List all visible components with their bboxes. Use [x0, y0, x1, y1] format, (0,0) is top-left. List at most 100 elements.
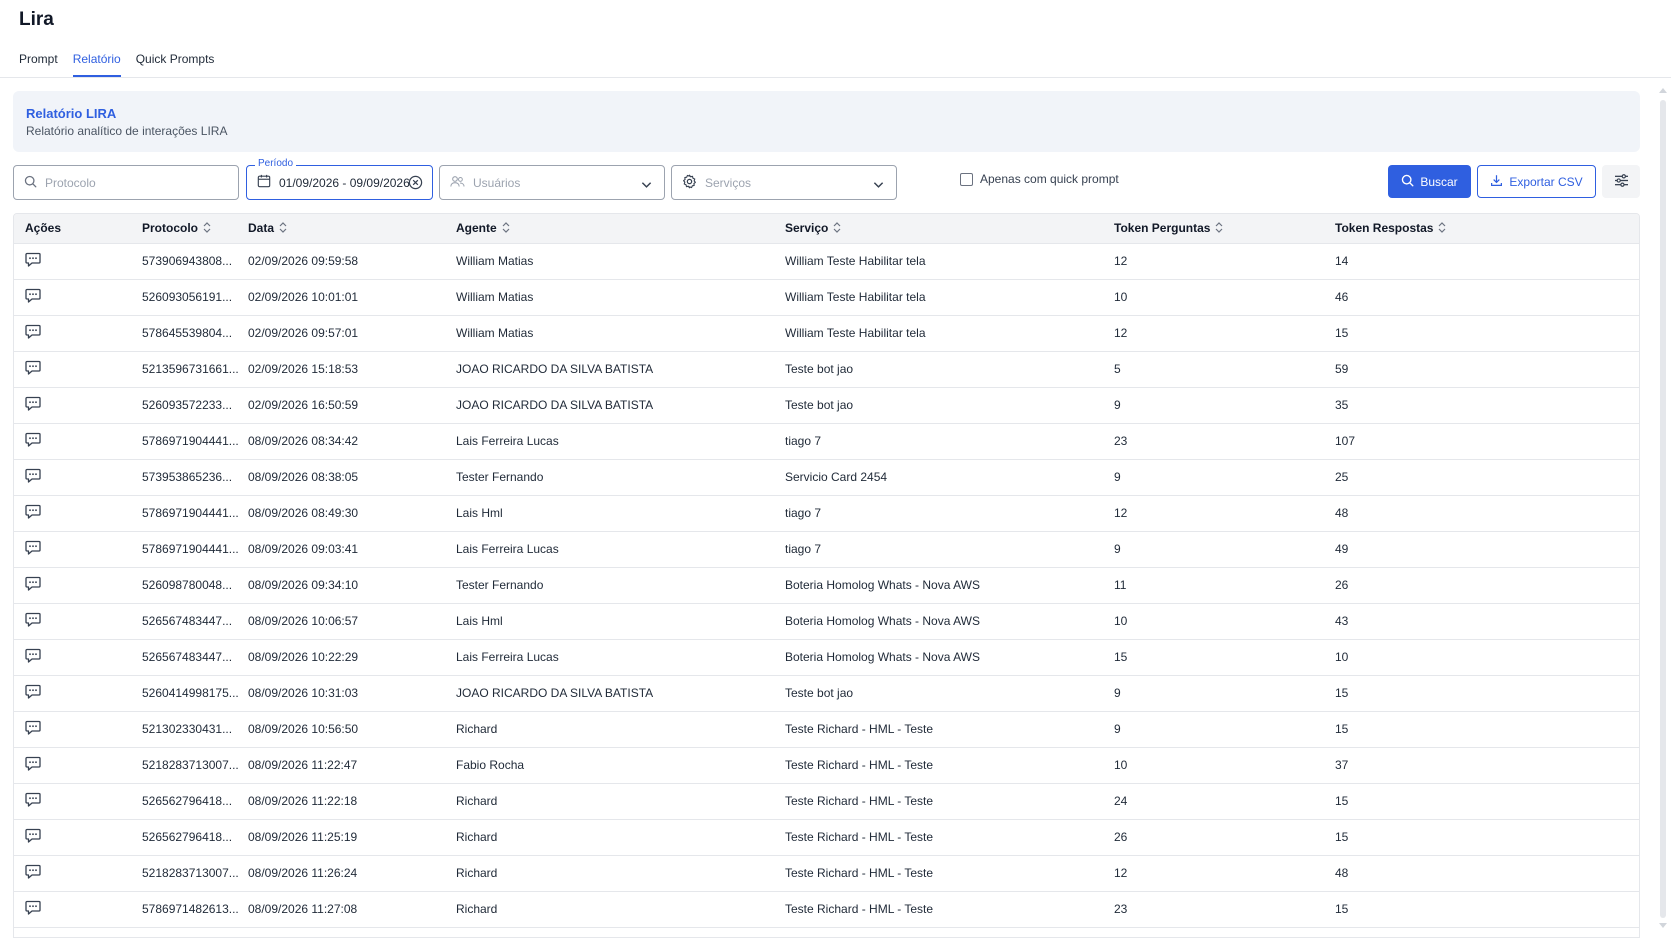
chat-icon[interactable]	[25, 576, 41, 591]
cell-agente: Lais Hml	[445, 603, 774, 640]
servicos-select[interactable]: Serviços	[671, 165, 897, 200]
cell-data: 08/09/2026 10:31:03	[248, 675, 445, 712]
chat-icon[interactable]	[25, 252, 41, 267]
chat-icon[interactable]	[25, 792, 41, 807]
column-settings-button[interactable]	[1602, 165, 1640, 198]
cell-protocolo: 521302330431...	[131, 711, 248, 748]
sort-icon[interactable]	[502, 221, 510, 236]
scroll-down-arrow[interactable]	[1659, 923, 1667, 928]
chat-icon[interactable]	[25, 864, 41, 879]
sort-icon[interactable]	[833, 221, 841, 236]
col-header-data[interactable]: Data	[248, 214, 445, 244]
cell-data: 08/09/2026 08:38:05	[248, 459, 445, 496]
chat-icon[interactable]	[25, 828, 41, 843]
chat-icon[interactable]	[25, 612, 41, 627]
cell-token-respostas: 10	[1324, 639, 1639, 676]
chat-icon[interactable]	[25, 504, 41, 519]
tabs-divider	[0, 77, 1671, 78]
cell-protocolo: 5786971904441...	[131, 531, 248, 568]
cell-servico: William Teste Habilitar tela	[774, 315, 1103, 352]
exportar-csv-button[interactable]: Exportar CSV	[1477, 165, 1596, 198]
chat-icon[interactable]	[25, 540, 41, 555]
sort-icon[interactable]	[203, 221, 211, 236]
cell-protocolo: 573906943808...	[131, 243, 248, 280]
protocolo-input[interactable]: Protocolo	[13, 165, 239, 200]
chat-icon[interactable]	[25, 684, 41, 699]
cell-token-respostas: 15	[1324, 675, 1639, 712]
periodo-field[interactable]: Período 01/09/2026 - 09/09/2026	[246, 158, 433, 200]
cell-acoes	[14, 351, 131, 388]
cell-servico: tiago 7	[774, 495, 1103, 532]
cell-data: 08/09/2026 11:22:47	[248, 747, 445, 784]
cell-token-perguntas: 10	[1103, 279, 1324, 316]
cell-token-perguntas: 11	[1103, 567, 1324, 604]
cell-acoes	[14, 603, 131, 640]
col-header-protocolo[interactable]: Protocolo	[131, 214, 248, 244]
table-row: 5786971904441... 08/09/2026 09:03:41 Lais …	[14, 531, 1639, 568]
chat-icon[interactable]	[25, 720, 41, 735]
table-row: 526567483447... 08/09/2026 10:22:29 Lais F…	[14, 639, 1639, 676]
chat-icon[interactable]	[25, 396, 41, 411]
sort-icon[interactable]	[1215, 221, 1223, 236]
scroll-up-arrow[interactable]	[1659, 88, 1667, 93]
cell-agente: William Matias	[445, 279, 774, 316]
quick-prompt-filter[interactable]: Apenas com quick prompt	[960, 172, 1119, 186]
chat-icon[interactable]	[25, 432, 41, 447]
cell-acoes	[14, 855, 131, 892]
cell-acoes	[14, 423, 131, 460]
cell-agente: William Matias	[445, 315, 774, 352]
chat-icon[interactable]	[25, 468, 41, 483]
clear-icon[interactable]	[408, 175, 423, 193]
cell-servico: Teste Richard - HML - Teste	[774, 891, 1103, 928]
cell-token-perguntas: 9	[1103, 459, 1324, 496]
search-icon	[1401, 174, 1414, 190]
cell-token-perguntas: 23	[1103, 891, 1324, 928]
sort-icon[interactable]	[279, 221, 287, 236]
tab-prompt[interactable]: Prompt	[19, 48, 58, 77]
buscar-button[interactable]: Buscar	[1388, 165, 1471, 198]
chevron-down-icon	[873, 178, 884, 192]
usuarios-select[interactable]: Usuários	[439, 165, 665, 200]
cell-token-respostas: 25	[1324, 459, 1639, 496]
page-scrollbar[interactable]	[1659, 88, 1667, 928]
cell-acoes	[14, 891, 131, 928]
cell-token-perguntas: 9	[1103, 531, 1324, 568]
chat-icon[interactable]	[25, 288, 41, 303]
cell-token-perguntas: 10	[1103, 603, 1324, 640]
cell-protocolo: 526093572233...	[131, 387, 248, 424]
cell-token-respostas: 48	[1324, 495, 1639, 532]
chat-icon[interactable]	[25, 756, 41, 771]
search-icon	[24, 175, 37, 191]
cell-token-respostas: 15	[1324, 711, 1639, 748]
report-table: Ações Protocolo Data Agente Serviço Toke…	[13, 213, 1640, 938]
cell-protocolo: 5786971904441...	[131, 495, 248, 532]
scrollbar-thumb[interactable]	[1660, 100, 1666, 918]
cell-data: 08/09/2026 11:25:19	[248, 819, 445, 856]
cell-token-respostas: 15	[1324, 819, 1639, 856]
table-row: 5218283713007... 08/09/2026 11:26:24 Richa…	[14, 855, 1639, 892]
protocolo-placeholder: Protocolo	[45, 175, 96, 190]
cell-servico: Teste bot jao	[774, 351, 1103, 388]
sort-icon[interactable]	[1438, 221, 1446, 236]
filter-bar: Protocolo Período 01/09/2026 - 09/09/202…	[13, 158, 1640, 200]
cell-token-respostas: 107	[1324, 423, 1639, 460]
chat-icon[interactable]	[25, 900, 41, 915]
tab-quick-prompts[interactable]: Quick Prompts	[136, 48, 215, 77]
chat-icon[interactable]	[25, 360, 41, 375]
table-row: 526093056191... 02/09/2026 10:01:01 Willia…	[14, 279, 1639, 316]
cell-acoes	[14, 459, 131, 496]
cell-protocolo: 526567483447...	[131, 603, 248, 640]
quick-prompt-checkbox[interactable]	[960, 172, 973, 186]
col-header-token-perguntas[interactable]: Token Perguntas	[1103, 214, 1324, 244]
col-header-token-respostas[interactable]: Token Respostas	[1324, 214, 1639, 244]
chat-icon[interactable]	[25, 648, 41, 663]
banner-subtitle: Relatório analítico de interações LIRA	[26, 124, 228, 138]
cell-protocolo: 578645539804...	[131, 315, 248, 352]
cell-servico: Teste Richard - HML - Teste	[774, 747, 1103, 784]
periodo-value: 01/09/2026 - 09/09/2026	[279, 175, 410, 190]
cell-servico: tiago 7	[774, 423, 1103, 460]
col-header-servico[interactable]: Serviço	[774, 214, 1103, 244]
col-header-agente[interactable]: Agente	[445, 214, 774, 244]
chat-icon[interactable]	[25, 324, 41, 339]
tab-relatorio[interactable]: Relatório	[72, 48, 121, 77]
